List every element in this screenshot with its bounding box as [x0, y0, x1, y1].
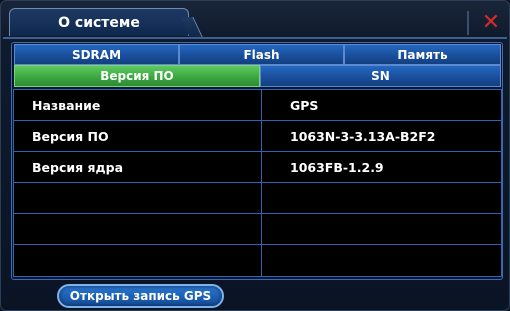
table-row: Версия ядра 1063FB-1.2.9: [14, 152, 501, 183]
tab-memory[interactable]: Память: [344, 44, 501, 65]
tab-flash[interactable]: Flash: [179, 44, 344, 65]
row-label: Версия ядра: [32, 159, 124, 175]
close-separator: [467, 11, 469, 35]
table-row: [14, 183, 501, 214]
row-value: GPS: [290, 97, 319, 113]
tab-software-version[interactable]: Версия ПО: [14, 65, 260, 87]
tab-label: SN: [371, 69, 390, 83]
row-label: Версия ПО: [32, 128, 109, 144]
tab-serial-number[interactable]: SN: [260, 65, 501, 87]
tab-label: Flash: [243, 47, 280, 62]
tab-sdram[interactable]: SDRAM: [14, 44, 179, 65]
tab-label: Память: [397, 47, 448, 62]
table-row: Название GPS: [14, 90, 501, 121]
row-value: 1063N-3-3.13A-B2F2: [290, 128, 436, 144]
header-divider: [3, 37, 507, 39]
tab-label: SDRAM: [71, 47, 122, 62]
table-row: Версия ПО 1063N-3-3.13A-B2F2: [14, 121, 501, 152]
table-row: [14, 245, 501, 276]
tab-label: Версия ПО: [100, 69, 174, 83]
close-button[interactable]: ✕: [475, 7, 507, 37]
row-label: Название: [32, 97, 101, 113]
open-gps-log-button[interactable]: Открыть запись GPS: [57, 284, 224, 308]
row-value: 1063FB-1.2.9: [290, 159, 384, 175]
window-title: О системе: [58, 14, 140, 31]
close-icon: ✕: [481, 9, 501, 35]
table-row: [14, 214, 501, 245]
window-title-tab: О системе: [9, 8, 189, 36]
gps-button-label: Открыть запись GPS: [69, 289, 212, 303]
info-table: Название GPS Версия ПО 1063N-3-3.13A-B2F…: [13, 89, 502, 277]
system-info-window: О системе ✕ SDRAM Flash Память Версия ПО…: [0, 0, 510, 311]
